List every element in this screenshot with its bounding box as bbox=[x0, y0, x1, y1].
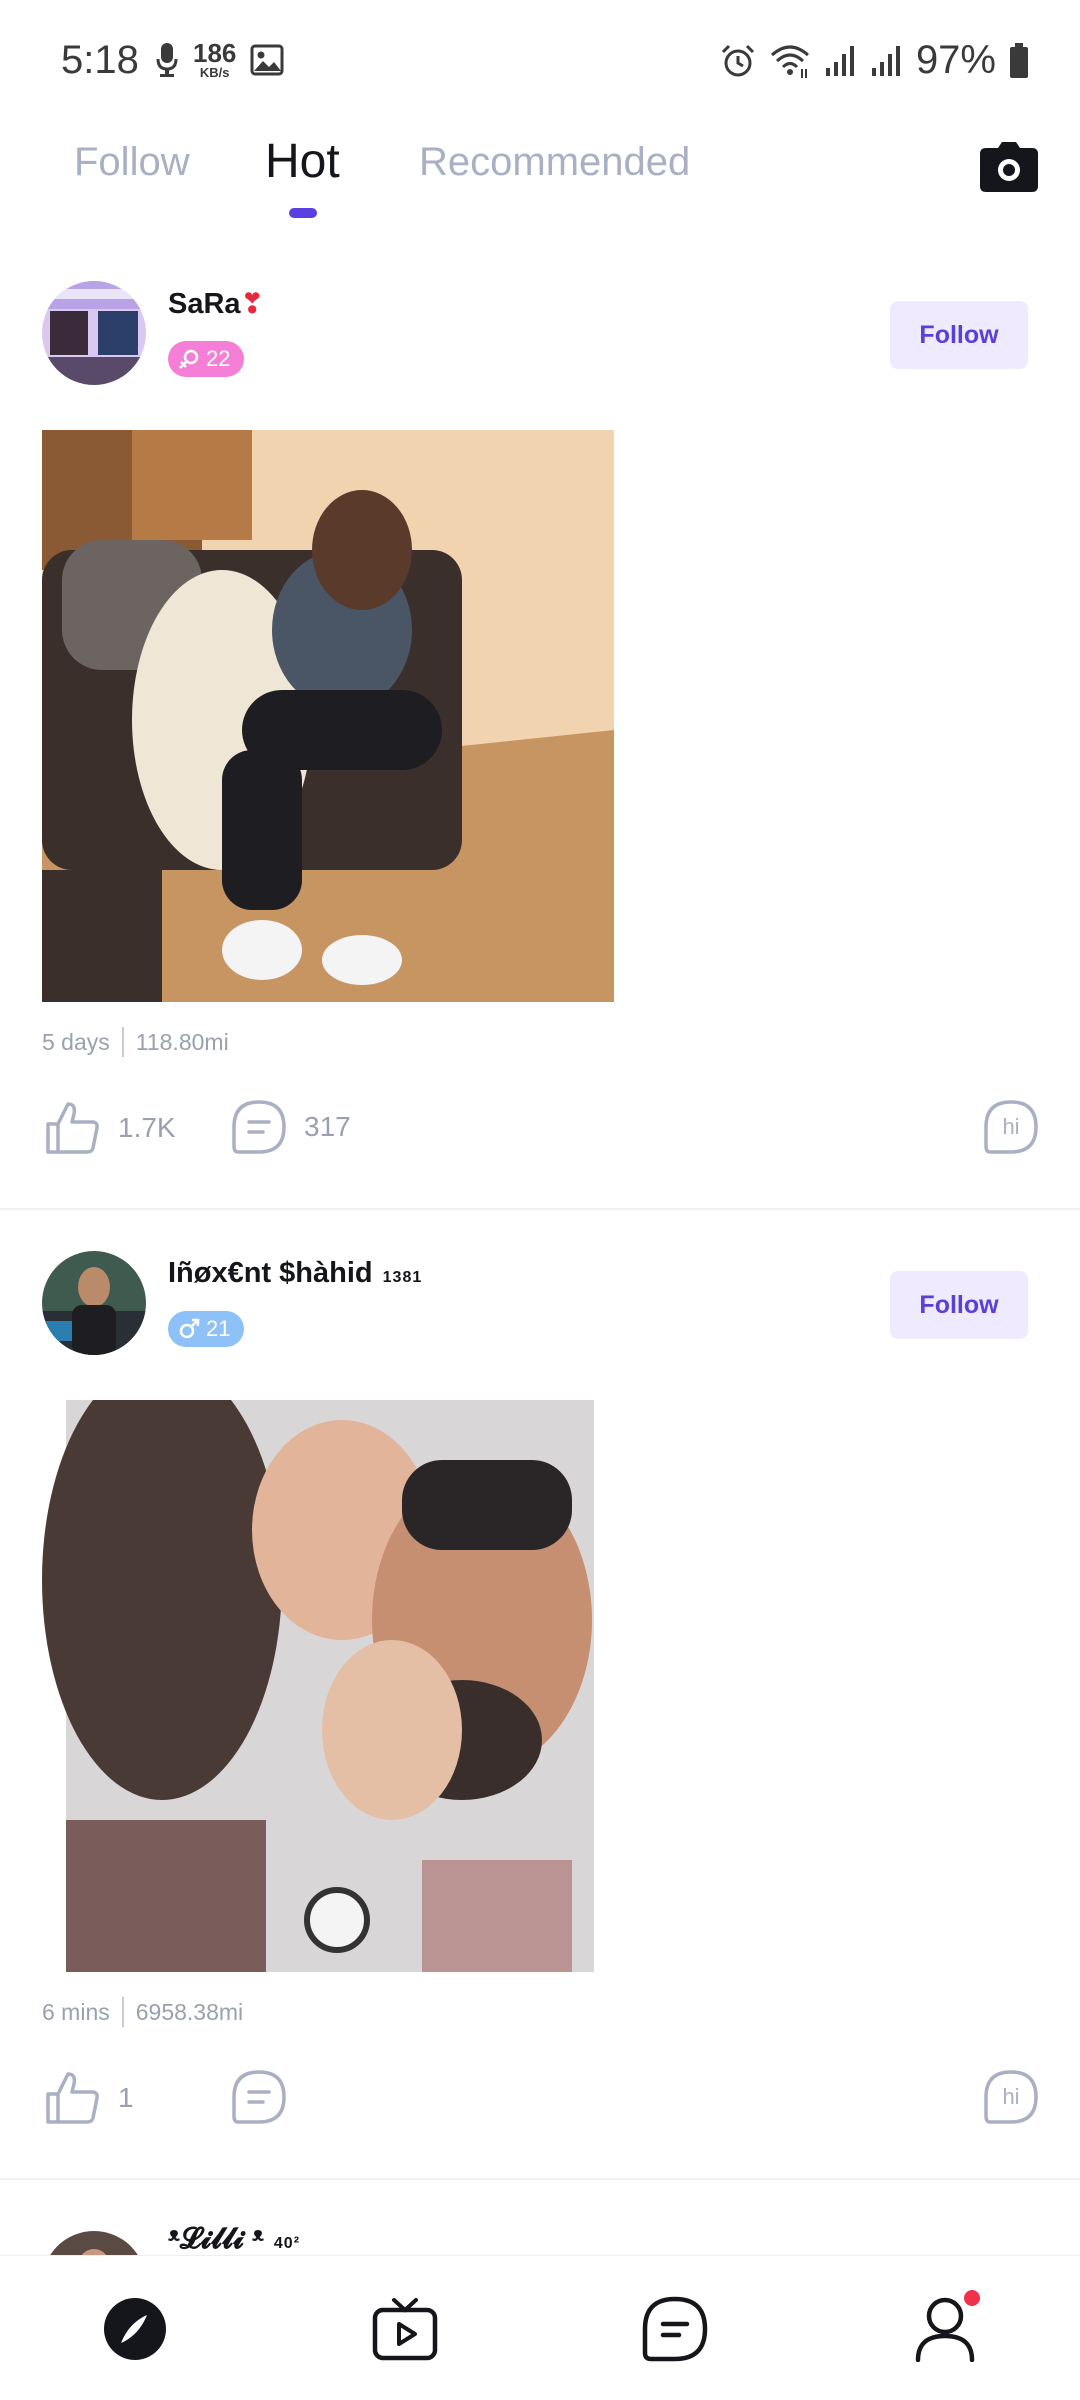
gender-age-badge: 22 bbox=[168, 341, 245, 377]
heart-emoji: ❣ bbox=[240, 288, 265, 319]
gender-age-badge: 21 bbox=[168, 1311, 245, 1347]
time-ago: 6 mins bbox=[42, 1998, 110, 2025]
svg-text:hi: hi bbox=[1002, 1114, 1019, 1139]
like-button[interactable]: 1.7K bbox=[42, 1098, 176, 1158]
meta-divider bbox=[121, 1997, 124, 2027]
comment-icon bbox=[232, 2070, 286, 2124]
notification-dot bbox=[964, 2290, 980, 2306]
battery-percent: 97% bbox=[915, 38, 996, 82]
signal-icon bbox=[871, 45, 900, 76]
username-suffix: 1381 bbox=[382, 1269, 423, 1286]
comment-button[interactable]: 317 bbox=[230, 1098, 351, 1156]
male-icon bbox=[179, 1318, 200, 1339]
svg-text:hi: hi bbox=[1002, 2084, 1019, 2109]
follow-button[interactable]: Follow bbox=[890, 1271, 1028, 1339]
active-tab-indicator bbox=[289, 208, 317, 218]
live-tv-icon bbox=[372, 2298, 438, 2361]
status-time: 5:18 bbox=[61, 38, 139, 82]
like-button[interactable]: 1 bbox=[42, 2068, 134, 2128]
wifi-icon bbox=[770, 45, 809, 78]
alarm-icon bbox=[721, 44, 754, 76]
post-actions: 1 hi bbox=[42, 2068, 1040, 2138]
follow-button[interactable]: Follow bbox=[890, 301, 1028, 369]
say-hi-button[interactable]: hi bbox=[982, 1098, 1040, 1156]
microphone-icon bbox=[156, 42, 178, 77]
tab-follow[interactable]: Follow bbox=[74, 140, 190, 185]
username[interactable]: ᵜ𝓛𝓲𝓵𝓵𝓲 ᵜ 40² bbox=[168, 2223, 300, 2256]
compass-icon bbox=[104, 2298, 166, 2360]
age: 21 bbox=[206, 1316, 231, 1341]
nav-live[interactable] bbox=[370, 2294, 440, 2364]
feed-tabs: Follow Hot Recommended bbox=[0, 130, 1080, 230]
avatar[interactable] bbox=[42, 1251, 146, 1355]
profile-icon bbox=[915, 2297, 975, 2362]
age: 22 bbox=[206, 346, 231, 371]
comment-button[interactable] bbox=[230, 2068, 304, 2126]
avatar[interactable] bbox=[42, 281, 146, 385]
signal-icon bbox=[825, 45, 854, 76]
username[interactable]: SaRa❣ bbox=[168, 287, 264, 321]
chat-bubble-icon bbox=[642, 2296, 708, 2362]
post-meta: 6 mins 6958.38mi bbox=[42, 1997, 243, 2027]
nav-discover[interactable] bbox=[100, 2294, 170, 2364]
status-left-icons: 186 KB/s bbox=[155, 40, 284, 79]
status-right-icons: 97% bbox=[720, 38, 1030, 83]
post-meta: 5 days 118.80mi bbox=[42, 1027, 229, 1057]
nav-profile[interactable] bbox=[910, 2290, 980, 2364]
post-actions: 1.7K 317 hi bbox=[42, 1098, 1040, 1168]
post-divider bbox=[0, 1208, 1080, 1210]
thumbs-up-icon bbox=[46, 1102, 99, 1154]
hi-bubble-icon: hi bbox=[984, 1100, 1038, 1154]
post-photo[interactable] bbox=[42, 1400, 614, 1972]
comment-icon bbox=[232, 1100, 286, 1154]
tab-recommended[interactable]: Recommended bbox=[419, 140, 690, 185]
username-suffix: 40² bbox=[273, 2235, 301, 2252]
tab-hot[interactable]: Hot bbox=[265, 134, 340, 189]
nav-chat[interactable] bbox=[640, 2294, 710, 2364]
meta-divider bbox=[121, 1027, 124, 1057]
post-photo[interactable] bbox=[42, 430, 614, 1002]
say-hi-button[interactable]: hi bbox=[982, 2068, 1040, 2126]
time-ago: 5 days bbox=[42, 1028, 110, 1055]
bottom-nav bbox=[0, 2255, 1080, 2400]
like-count: 1.7K bbox=[118, 1112, 176, 1143]
female-icon bbox=[179, 349, 199, 369]
network-speed: 186 KB/s bbox=[193, 38, 237, 80]
battery-icon bbox=[1010, 42, 1028, 78]
distance: 6958.38mi bbox=[135, 1998, 244, 2025]
hi-bubble-icon: hi bbox=[984, 2070, 1038, 2124]
status-bar: 5:18 186 KB/s 97% bbox=[0, 0, 1080, 120]
comment-count: 317 bbox=[304, 1111, 351, 1142]
distance: 118.80mi bbox=[135, 1028, 229, 1055]
post-divider bbox=[0, 2178, 1080, 2180]
camera-icon[interactable] bbox=[980, 140, 1038, 192]
username[interactable]: Iñøx€nt $hàhid 1381 bbox=[168, 1257, 422, 1290]
thumbs-up-icon bbox=[46, 2072, 99, 2124]
like-count: 1 bbox=[118, 2082, 134, 2113]
gallery-icon bbox=[250, 44, 284, 75]
